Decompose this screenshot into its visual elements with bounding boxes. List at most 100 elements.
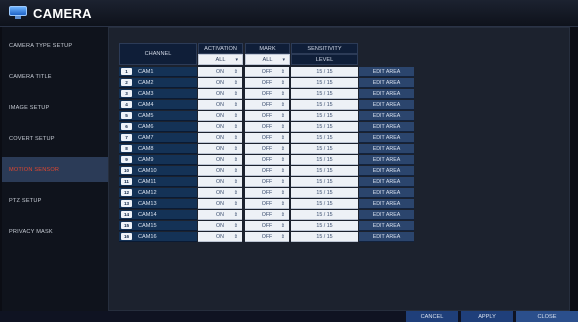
activation-value: ON bbox=[216, 123, 224, 130]
header-channel: CHANNEL bbox=[119, 43, 197, 65]
mark-select[interactable]: OFF ⇕ bbox=[245, 133, 289, 143]
sidebar-item-camera-type-setup[interactable]: CAMERA TYPE SETUP bbox=[2, 33, 108, 58]
mark-select[interactable]: OFF ⇕ bbox=[245, 210, 289, 220]
mark-select[interactable]: OFF ⇕ bbox=[245, 166, 289, 176]
activation-all-select[interactable]: ALL ▾ bbox=[198, 54, 243, 65]
edit-area-button[interactable]: EDIT AREA bbox=[359, 199, 414, 209]
mark-select[interactable]: OFF ⇕ bbox=[245, 155, 289, 165]
activation-select[interactable]: ON ⇕ bbox=[198, 232, 242, 242]
close-button[interactable]: CLOSE bbox=[516, 311, 578, 322]
sidebar-item-privacy-mask[interactable]: PRIVACY MASK bbox=[2, 219, 108, 244]
edit-area-button[interactable]: EDIT AREA bbox=[359, 78, 414, 88]
activation-select[interactable]: ON ⇕ bbox=[198, 199, 242, 209]
cancel-button[interactable]: CANCEL bbox=[406, 311, 458, 322]
mark-select[interactable]: OFF ⇕ bbox=[245, 144, 289, 154]
edit-area-button[interactable]: EDIT AREA bbox=[359, 89, 414, 99]
sensitivity-level[interactable]: 15 / 15 bbox=[291, 199, 358, 209]
updown-arrow-icon: ⇕ bbox=[233, 233, 238, 240]
sidebar-item-ptz-setup[interactable]: PTZ SETUP bbox=[2, 188, 108, 213]
activation-select[interactable]: ON ⇕ bbox=[198, 122, 242, 132]
mark-value: OFF bbox=[261, 68, 273, 75]
mark-select[interactable]: OFF ⇕ bbox=[245, 89, 289, 99]
edit-area-button[interactable]: EDIT AREA bbox=[359, 111, 414, 121]
channel-name: CAM15 bbox=[138, 222, 157, 229]
sensitivity-level[interactable]: 15 / 15 bbox=[291, 210, 358, 220]
activation-select[interactable]: ON ⇕ bbox=[198, 177, 242, 187]
edit-area-button[interactable]: EDIT AREA bbox=[359, 232, 414, 242]
updown-arrow-icon: ⇕ bbox=[233, 112, 238, 119]
sensitivity-level[interactable]: 15 / 15 bbox=[291, 188, 358, 198]
sidebar-item-motion-sensor[interactable]: MOTION SENSOR bbox=[2, 157, 108, 182]
channel-cell: 5 CAM5 bbox=[119, 111, 197, 121]
activation-select[interactable]: ON ⇕ bbox=[198, 210, 242, 220]
apply-button[interactable]: APPLY bbox=[461, 311, 513, 322]
sensitivity-level[interactable]: 15 / 15 bbox=[291, 78, 358, 88]
channel-name: CAM5 bbox=[138, 112, 154, 119]
channel-cell: 16 CAM16 bbox=[119, 232, 197, 242]
updown-arrow-icon: ⇕ bbox=[280, 68, 285, 75]
sensitivity-level[interactable]: 15 / 15 bbox=[291, 89, 358, 99]
mark-select[interactable]: OFF ⇕ bbox=[245, 232, 289, 242]
sensitivity-level[interactable]: 15 / 15 bbox=[291, 133, 358, 143]
channel-number-badge: 2 bbox=[121, 79, 132, 86]
sensitivity-level[interactable]: 15 / 15 bbox=[291, 177, 358, 187]
activation-select[interactable]: ON ⇕ bbox=[198, 221, 242, 231]
activation-select[interactable]: ON ⇕ bbox=[198, 155, 242, 165]
header-activation: ACTIVATION bbox=[198, 43, 243, 54]
sensitivity-level[interactable]: 15 / 15 bbox=[291, 122, 358, 132]
mark-select[interactable]: OFF ⇕ bbox=[245, 78, 289, 88]
edit-area-button[interactable]: EDIT AREA bbox=[359, 166, 414, 176]
sensitivity-level[interactable]: 15 / 15 bbox=[291, 67, 358, 77]
sidebar-item-image-setup[interactable]: IMAGE SETUP bbox=[2, 95, 108, 120]
mark-select[interactable]: OFF ⇕ bbox=[245, 199, 289, 209]
channel-number-badge: 7 bbox=[121, 134, 132, 141]
mark-all-select[interactable]: ALL ▾ bbox=[245, 54, 290, 65]
edit-area-button[interactable]: EDIT AREA bbox=[359, 67, 414, 77]
activation-select[interactable]: ON ⇕ bbox=[198, 78, 242, 88]
sidebar-item-covert-setup[interactable]: COVERT SETUP bbox=[2, 126, 108, 151]
activation-select[interactable]: ON ⇕ bbox=[198, 188, 242, 198]
channel-name: CAM4 bbox=[138, 101, 154, 108]
edit-area-button[interactable]: EDIT AREA bbox=[359, 100, 414, 110]
mark-select[interactable]: OFF ⇕ bbox=[245, 177, 289, 187]
channel-number-badge: 6 bbox=[121, 123, 132, 130]
edit-area-button[interactable]: EDIT AREA bbox=[359, 210, 414, 220]
edit-area-button[interactable]: EDIT AREA bbox=[359, 122, 414, 132]
updown-arrow-icon: ⇕ bbox=[233, 134, 238, 141]
activation-select[interactable]: ON ⇕ bbox=[198, 133, 242, 143]
activation-select[interactable]: ON ⇕ bbox=[198, 166, 242, 176]
activation-select[interactable]: ON ⇕ bbox=[198, 111, 242, 121]
sensitivity-level[interactable]: 15 / 15 bbox=[291, 144, 358, 154]
edit-area-button[interactable]: EDIT AREA bbox=[359, 144, 414, 154]
channel-cell: 15 CAM15 bbox=[119, 221, 197, 231]
sensitivity-level[interactable]: 15 / 15 bbox=[291, 232, 358, 242]
sensitivity-level[interactable]: 15 / 15 bbox=[291, 155, 358, 165]
mark-select[interactable]: OFF ⇕ bbox=[245, 221, 289, 231]
activation-select[interactable]: ON ⇕ bbox=[198, 144, 242, 154]
activation-select[interactable]: ON ⇕ bbox=[198, 89, 242, 99]
edit-area-button[interactable]: EDIT AREA bbox=[359, 221, 414, 231]
sensitivity-level[interactable]: 15 / 15 bbox=[291, 166, 358, 176]
mark-select[interactable]: OFF ⇕ bbox=[245, 122, 289, 132]
edit-area-button[interactable]: EDIT AREA bbox=[359, 133, 414, 143]
activation-value: ON bbox=[216, 222, 224, 229]
edit-area-button[interactable]: EDIT AREA bbox=[359, 188, 414, 198]
activation-select[interactable]: ON ⇕ bbox=[198, 100, 242, 110]
edit-area-button[interactable]: EDIT AREA bbox=[359, 177, 414, 187]
channel-cell: 2 CAM2 bbox=[119, 78, 197, 88]
edit-area-button[interactable]: EDIT AREA bbox=[359, 155, 414, 165]
sensitivity-level[interactable]: 15 / 15 bbox=[291, 111, 358, 121]
sidebar-item-camera-title[interactable]: CAMERA TITLE bbox=[2, 64, 108, 89]
mark-select[interactable]: OFF ⇕ bbox=[245, 111, 289, 121]
channel-name: CAM14 bbox=[138, 211, 157, 218]
mark-select[interactable]: OFF ⇕ bbox=[245, 188, 289, 198]
sensitivity-level[interactable]: 15 / 15 bbox=[291, 100, 358, 110]
channel-name: CAM10 bbox=[138, 167, 157, 174]
channel-number-badge: 15 bbox=[121, 222, 132, 229]
mark-select[interactable]: OFF ⇕ bbox=[245, 67, 289, 77]
channel-cell: 14 CAM14 bbox=[119, 210, 197, 220]
mark-select[interactable]: OFF ⇕ bbox=[245, 100, 289, 110]
sensitivity-level[interactable]: 15 / 15 bbox=[291, 221, 358, 231]
activation-select[interactable]: ON ⇕ bbox=[198, 67, 242, 77]
activation-value: ON bbox=[216, 178, 224, 185]
